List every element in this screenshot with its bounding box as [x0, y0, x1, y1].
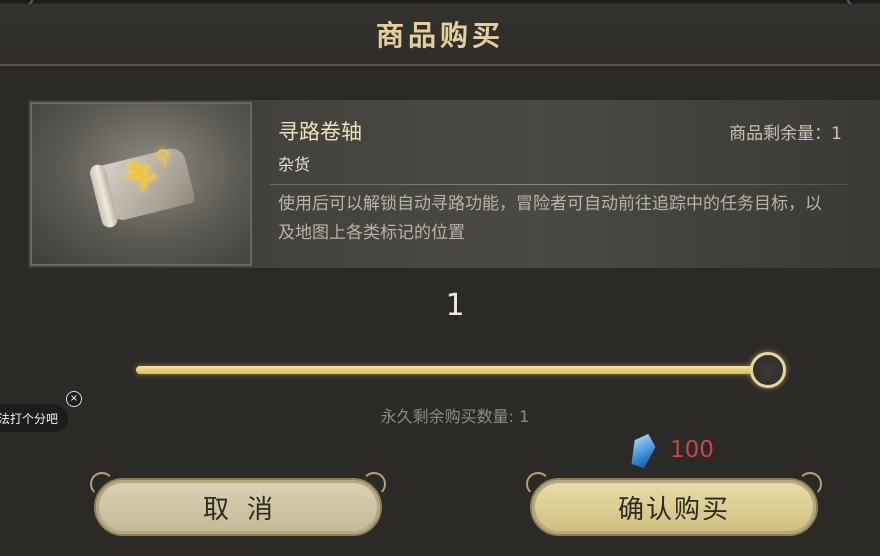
- stock-remaining: 商品剩余量：1: [729, 124, 842, 144]
- price: 100: [632, 430, 714, 470]
- close-icon[interactable]: ×: [66, 391, 82, 407]
- confirm-button-label: 确认购买: [617, 494, 730, 525]
- item-thumbnail: 🏃︎ ⚲: [30, 102, 252, 266]
- quantity-slider-handle[interactable]: [750, 352, 786, 388]
- confirm-purchase-button[interactable]: 确认购买: [526, 472, 822, 536]
- price-value: 100: [670, 437, 714, 463]
- quantity-slider[interactable]: [136, 366, 768, 374]
- quantity-value: 1: [445, 288, 465, 323]
- rate-prompt-text: 法打个分吧: [0, 411, 59, 426]
- item-description: 使用后可以解锁自动寻路功能，冒险者可自动前往追踪中的任务目标，以及地图上各类标记…: [278, 194, 822, 243]
- blue-crystal-icon: [627, 430, 658, 469]
- rate-prompt[interactable]: 法打个分吧: [0, 404, 68, 432]
- divider: [270, 184, 848, 185]
- cancel-button[interactable]: 取消: [90, 472, 386, 536]
- item-category: 杂货: [278, 155, 311, 174]
- permanent-purchase-limit: 永久剩余购买数量: 1: [380, 407, 530, 426]
- cancel-button-label: 取消: [202, 494, 291, 525]
- item-name: 寻路卷轴: [278, 120, 362, 144]
- dialog-title: 商品购买: [375, 19, 504, 52]
- dialog-title-bar: 商品购买: [0, 4, 880, 66]
- scroll-map-icon: 🏃︎ ⚲: [87, 137, 201, 231]
